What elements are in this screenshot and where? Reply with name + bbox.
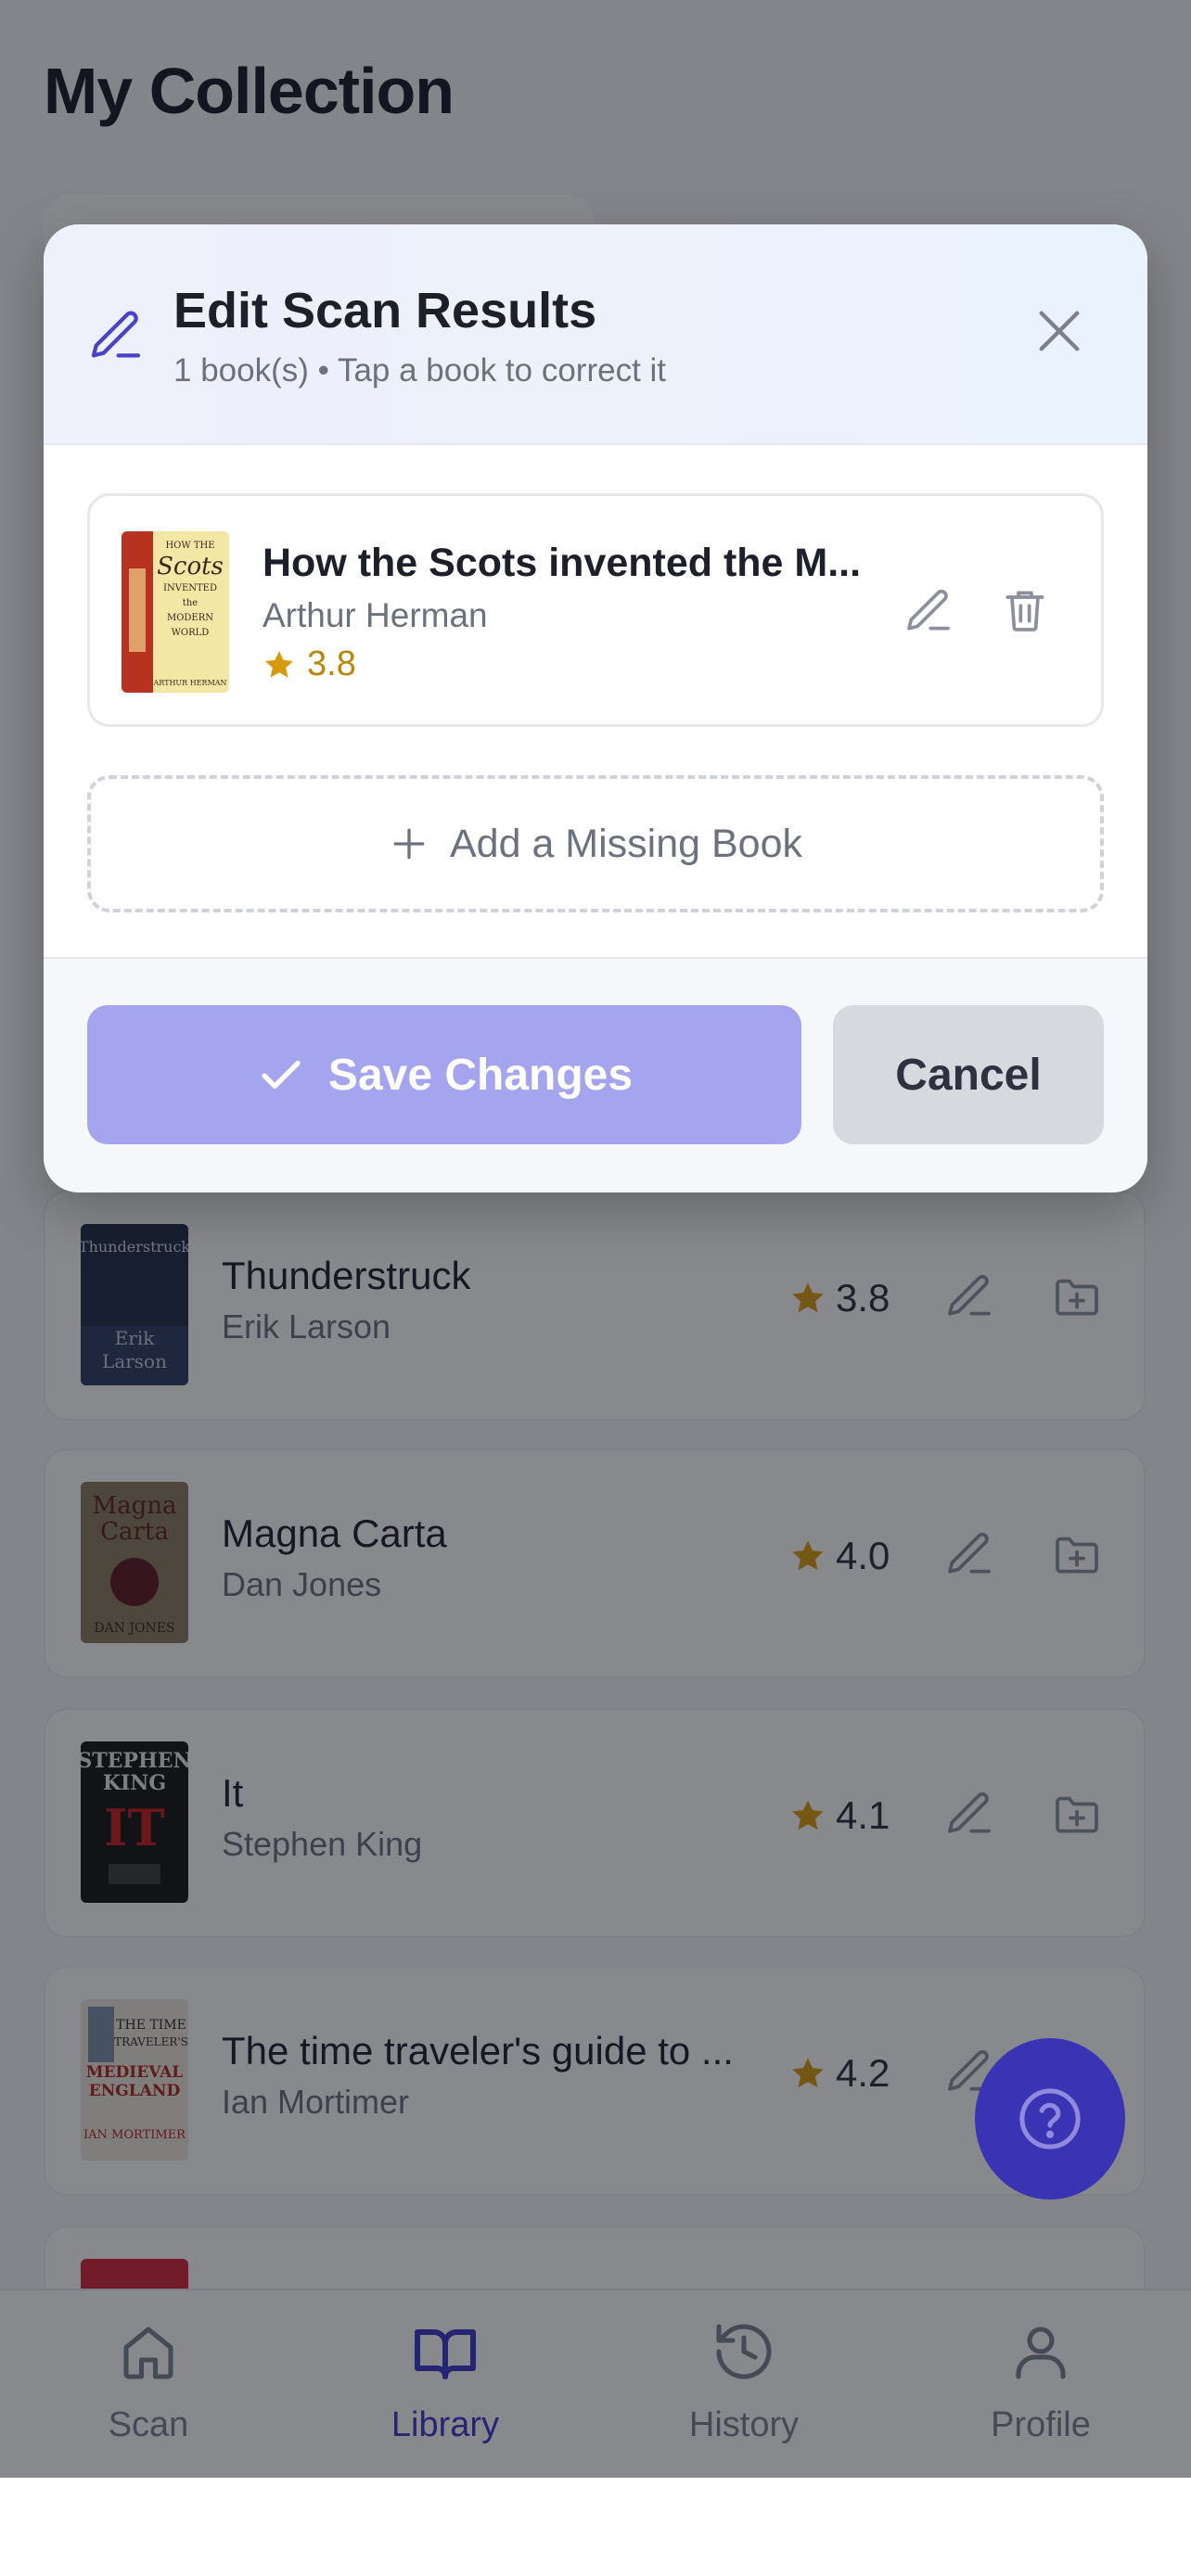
cancel-label: Cancel bbox=[895, 1050, 1042, 1100]
modal-footer: Save Changes Cancel bbox=[44, 957, 1147, 1192]
scanned-book-card[interactable]: HOW THE Scots INVENTED the MODERN WORLD ARTHUR… bbox=[87, 493, 1104, 727]
help-button[interactable] bbox=[975, 2038, 1125, 2200]
modal-header: Edit Scan Results 1 book(s) • Tap a book… bbox=[44, 224, 1147, 445]
svg-text:HOW THE: HOW THE bbox=[165, 541, 214, 551]
svg-text:ARTHUR HERMAN: ARTHUR HERMAN bbox=[152, 679, 226, 687]
modal-subtitle: 1 book(s) • Tap a book to correct it bbox=[173, 352, 667, 389]
close-icon[interactable] bbox=[1029, 300, 1090, 362]
add-missing-book-button[interactable]: Add a Missing Book bbox=[87, 775, 1104, 912]
trash-icon[interactable] bbox=[999, 583, 1051, 637]
edit-scan-modal: Edit Scan Results 1 book(s) • Tap a book… bbox=[44, 224, 1147, 1192]
save-changes-label: Save Changes bbox=[327, 1050, 634, 1100]
plus-icon bbox=[393, 828, 425, 860]
save-changes-button[interactable]: Save Changes bbox=[87, 1005, 801, 1144]
help-icon bbox=[1019, 2088, 1081, 2149]
edit-icon[interactable] bbox=[903, 585, 954, 637]
modal-title: Edit Scan Results bbox=[173, 283, 597, 338]
scanned-book-author: Arthur Herman bbox=[263, 596, 488, 634]
scanned-book-title: How the Scots invented the M... bbox=[263, 541, 862, 585]
checkmark-icon bbox=[262, 1060, 301, 1090]
cancel-button[interactable]: Cancel bbox=[833, 1005, 1104, 1144]
svg-text:WORLD: WORLD bbox=[172, 628, 210, 638]
pencil-icon bbox=[91, 311, 141, 358]
svg-text:Scots: Scots bbox=[157, 553, 224, 580]
svg-text:the: the bbox=[183, 598, 198, 608]
svg-text:INVENTED: INVENTED bbox=[163, 583, 217, 593]
add-missing-label: Add a Missing Book bbox=[449, 821, 803, 866]
rating-value: 3.8 bbox=[307, 644, 356, 683]
svg-text:MODERN: MODERN bbox=[167, 613, 213, 623]
scanned-book-rating: 3.8 bbox=[263, 644, 356, 684]
book-cover: HOW THE Scots INVENTED the MODERN WORLD ARTHUR… bbox=[122, 531, 229, 693]
star-icon bbox=[265, 650, 293, 678]
